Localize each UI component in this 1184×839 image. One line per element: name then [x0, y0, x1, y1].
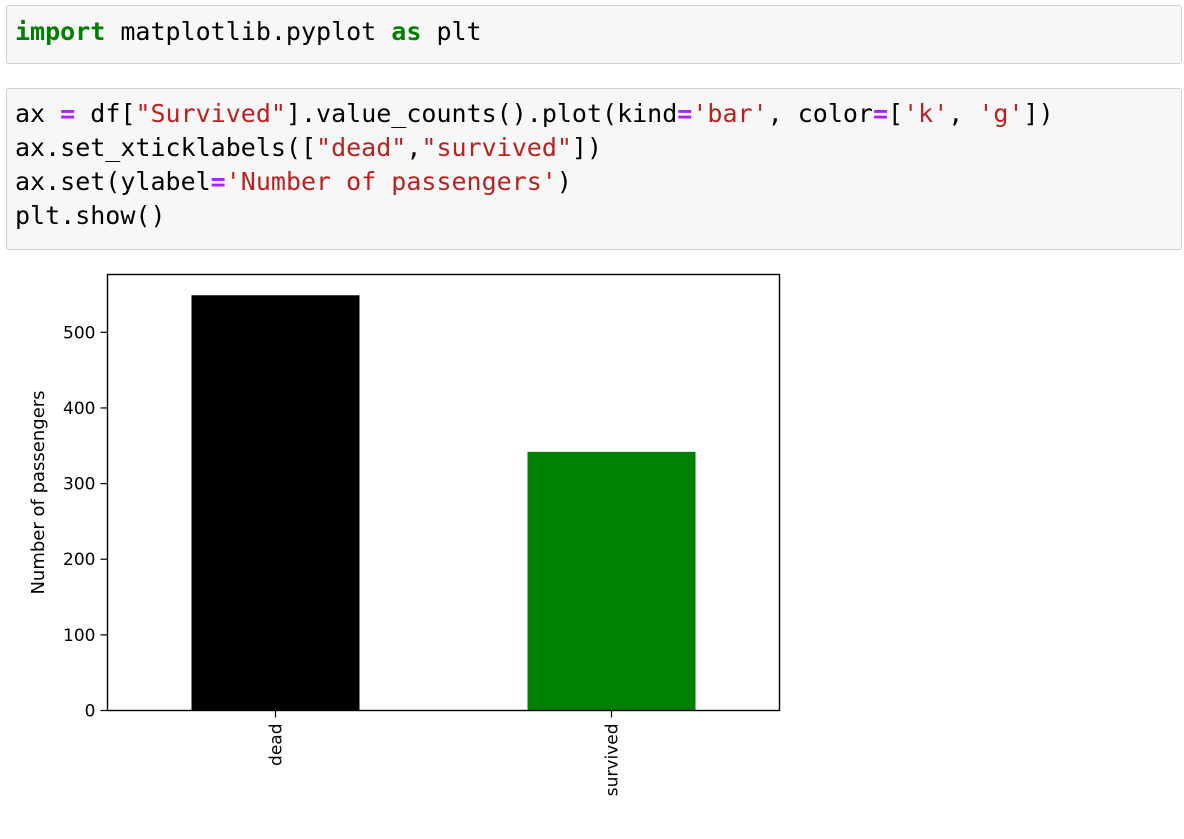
code-token: 'bar' — [692, 99, 768, 128]
code-line: plt.show() — [15, 199, 166, 233]
cell-output: 0 100 200 300 400 500 dead survived Number of … — [0, 258, 1184, 834]
code-token: = — [60, 99, 76, 128]
bar-dead — [191, 295, 360, 711]
code-token: matplotlib.pyplot — [105, 17, 392, 46]
code-token: = — [677, 99, 693, 128]
code-token: , — [948, 99, 979, 128]
code-line: ax = df["Survived"].value_counts().plot(… — [15, 97, 1054, 131]
code-token: = — [210, 167, 226, 196]
code-token: plt — [421, 17, 482, 46]
y-tick-label: 200 — [63, 550, 95, 570]
y-tick-label: 500 — [63, 323, 95, 343]
bar-survived — [527, 451, 696, 711]
y-tick-label: 100 — [63, 626, 95, 646]
code-token: , color — [767, 99, 873, 128]
y-tick-label: 0 — [85, 702, 96, 722]
code-token: "Survived" — [135, 99, 286, 128]
code-token: "survived" — [421, 133, 572, 162]
code-token: ax — [15, 99, 61, 128]
code-token: ) — [556, 167, 572, 196]
code-token: ].value_counts().plot(kind — [285, 99, 678, 128]
x-tick-label: dead — [267, 724, 287, 766]
code-cell-import[interactable]: import matplotlib.pyplot as plt — [6, 5, 1182, 64]
y-tick-label: 300 — [63, 475, 95, 495]
code-line: ax.set_xticklabels(["dead","survived"]) — [15, 131, 602, 165]
code-token: "dead" — [316, 133, 407, 162]
y-tick-label: 400 — [63, 399, 95, 419]
x-tick-label: survived — [603, 724, 623, 797]
code-token: ax.set(ylabel — [15, 167, 211, 196]
code-token: [ — [888, 99, 904, 128]
code-token: plt.show() — [15, 201, 166, 230]
code-cell-plot[interactable]: ax = df["Survived"].value_counts().plot(… — [6, 88, 1182, 250]
code-token: as — [391, 17, 422, 46]
code-token: 'g' — [978, 99, 1024, 128]
code-token: , — [406, 133, 422, 162]
code-token: 'k' — [903, 99, 949, 128]
code-token: df[ — [75, 99, 136, 128]
code-token: ax.set_xticklabels([ — [15, 133, 317, 162]
code-token: 'Number of passengers' — [225, 167, 557, 196]
code-token: = — [872, 99, 889, 128]
code-token: ]) — [571, 133, 603, 162]
bar-chart: 0 100 200 300 400 500 dead survived Number of … — [28, 273, 781, 797]
y-axis-label: Number of passengers — [28, 390, 49, 594]
code-token: ]) — [1023, 99, 1054, 128]
code-line: import matplotlib.pyplot as plt — [15, 15, 482, 49]
code-line: ax.set(ylabel='Number of passengers') — [15, 165, 572, 199]
code-token: import — [15, 17, 106, 46]
